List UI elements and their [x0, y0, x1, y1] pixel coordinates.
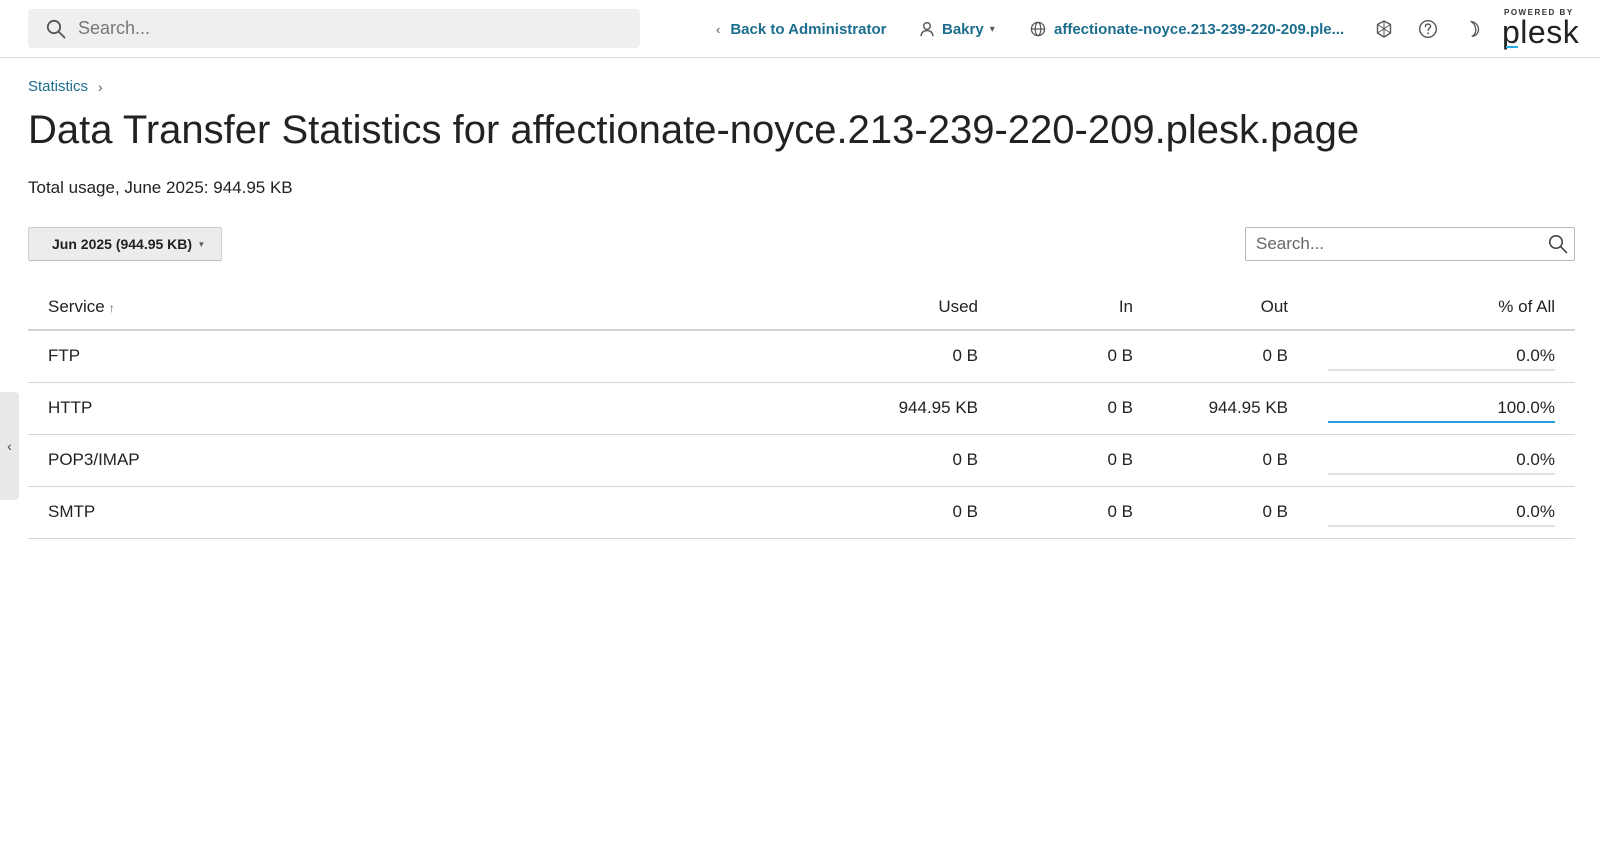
pct-value: 0.0%	[1516, 450, 1555, 469]
out-cell: 944.95 KB	[1153, 382, 1308, 435]
plesk-logo-accent	[1506, 46, 1518, 48]
used-cell: 0 B	[763, 486, 998, 539]
extensions-button[interactable]	[1373, 18, 1395, 40]
breadcrumb-item-statistics[interactable]: Statistics	[28, 78, 88, 95]
domain-link[interactable]: affectionate-noyce.213-239-220-209.ple..…	[1030, 0, 1344, 58]
page-title: Data Transfer Statistics for affectionat…	[28, 108, 1360, 152]
globe-icon	[1030, 21, 1046, 37]
service-cell: HTTP	[28, 382, 763, 435]
back-to-administrator-label: Back to Administrator	[730, 20, 887, 38]
in-cell: 0 B	[998, 486, 1153, 539]
pct-progress-fill	[1328, 420, 1555, 423]
pct-cell: 0.0%	[1308, 486, 1575, 539]
used-cell: 0 B	[763, 434, 998, 487]
column-header-out[interactable]: Out	[1153, 285, 1308, 331]
plesk-logo: POWERED BY plesk	[1502, 6, 1579, 50]
pct-value: 100.0%	[1497, 398, 1555, 417]
pct-cell: 0.0%	[1308, 434, 1575, 487]
chevron-left-icon: ‹	[716, 21, 721, 37]
user-name: Bakry	[942, 20, 984, 38]
pct-cell: 0.0%	[1308, 330, 1575, 383]
service-cell: POP3/IMAP	[28, 434, 763, 487]
out-cell: 0 B	[1153, 434, 1308, 487]
domain-label: affectionate-noyce.213-239-220-209.ple..…	[1054, 20, 1345, 38]
top-bar: ‹ Back to Administrator Bakry ▾ affectio…	[0, 0, 1600, 58]
column-header-service-label: Service	[48, 297, 105, 316]
puzzle-icon	[1376, 20, 1392, 38]
global-search-input[interactable]	[78, 9, 618, 48]
list-search[interactable]	[1245, 227, 1575, 261]
table-row: SMTP 0 B 0 B 0 B 0.0%	[28, 486, 1575, 539]
period-select-label: Jun 2025 (944.95 KB)	[52, 236, 193, 252]
out-cell: 0 B	[1153, 486, 1308, 539]
service-cell: SMTP	[28, 486, 763, 539]
data-transfer-table: Service ↑ Used In Out % of All FTP 0 B 0 …	[28, 285, 1575, 539]
pct-value: 0.0%	[1516, 346, 1555, 366]
sort-ascending-icon: ↑	[108, 301, 115, 315]
chevron-down-icon: ▾	[989, 23, 995, 35]
pct-progress-bar	[1328, 368, 1555, 371]
help-button[interactable]	[1417, 18, 1439, 40]
table-row: HTTP 944.95 KB 0 B 944.95 KB 100.0%	[28, 382, 1575, 435]
breadcrumb: Statistics ›	[28, 78, 103, 95]
period-select-button[interactable]: Jun 2025 (944.95 KB) ▾	[28, 227, 222, 261]
side-panel-toggle[interactable]: ‹	[0, 392, 19, 500]
chevron-down-icon: ▾	[199, 238, 204, 249]
table-row: POP3/IMAP 0 B 0 B 0 B 0.0%	[28, 434, 1575, 487]
help-icon	[1418, 19, 1438, 39]
column-header-in[interactable]: In	[998, 285, 1153, 331]
in-cell: 0 B	[998, 382, 1153, 435]
theme-toggle-button[interactable]	[1461, 18, 1483, 40]
user-icon	[920, 22, 934, 37]
pct-value: 0.0%	[1516, 502, 1555, 521]
chevron-right-icon: ›	[98, 78, 103, 95]
table-header-row: Service ↑ Used In Out % of All	[28, 285, 1575, 331]
used-cell: 944.95 KB	[763, 382, 998, 435]
pct-progress-bar	[1328, 472, 1555, 475]
used-cell: 0 B	[763, 330, 998, 383]
out-cell: 0 B	[1153, 330, 1308, 383]
table-row: FTP 0 B 0 B 0 B 0.0%	[28, 330, 1575, 383]
column-header-used[interactable]: Used	[763, 285, 998, 331]
user-menu[interactable]: Bakry ▾	[920, 0, 995, 58]
list-search-input[interactable]	[1256, 228, 1536, 260]
total-usage-text: Total usage, June 2025: 944.95 KB	[28, 178, 293, 197]
global-search[interactable]	[28, 9, 640, 48]
moon-icon	[1470, 20, 1480, 38]
column-header-pct[interactable]: % of All	[1308, 285, 1575, 331]
in-cell: 0 B	[998, 330, 1153, 383]
chevron-left-icon: ‹	[7, 438, 12, 454]
in-cell: 0 B	[998, 434, 1153, 487]
pct-progress-bar	[1328, 420, 1555, 423]
pct-progress-bar	[1328, 524, 1555, 527]
search-icon	[46, 19, 66, 39]
column-header-service[interactable]: Service ↑	[28, 285, 763, 331]
service-cell: FTP	[28, 330, 763, 383]
search-icon[interactable]	[1548, 234, 1568, 254]
pct-cell: 100.0%	[1308, 382, 1575, 435]
back-to-administrator-link[interactable]: ‹ Back to Administrator	[716, 0, 886, 58]
